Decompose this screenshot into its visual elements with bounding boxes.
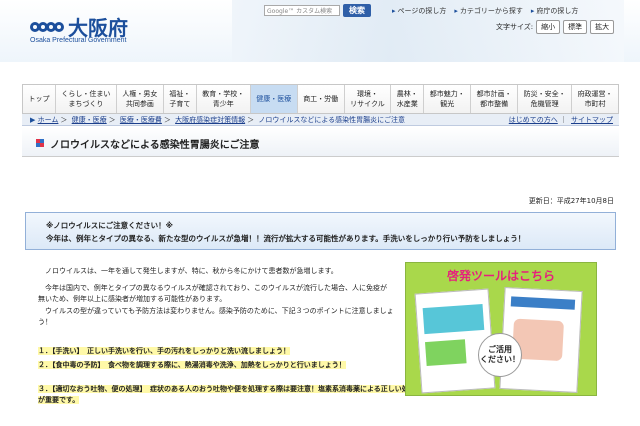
nav-agriculture[interactable]: 農林・ 水産業 [391,85,425,113]
nav-disaster[interactable]: 防災・安全・ 危機管理 [518,85,573,113]
breadcrumb: ▶ ホーム＞ 健康・医療＞ 医療・医療費＞ 大阪府感染症対策情報＞ ノロウイルス… [22,114,619,126]
notice-box: ※ノロウイルスにご注意ください！※ 今年は、例年とタイプの異なる、新たな型のウイ… [25,212,616,250]
banner-bubble: ご活用 ください！ [478,333,522,377]
link-find-office[interactable]: 府庁の探し方 [531,6,578,16]
header-links: ページの探し方 カテゴリーから探す 府庁の探し方 [392,6,579,16]
nav-living[interactable]: くらし・住まい まちづくり [56,85,117,113]
breadcrumb-arrow-icon: ▶ [30,116,36,124]
breadcrumb-medical[interactable]: 医療・医療費 [120,116,162,124]
point-1-text: １．【手洗い】 正しい手洗いを行い、手の汚れをしっかりと洗い流しましょう！ [38,347,290,355]
article-body: ノロウイルスは、一年を通して発生しますが、特に、秋から冬にかけて患者数が急増しま… [38,266,394,329]
breadcrumb-current: ノロウイルスなどによる感染性胃腸炎にご注意 [258,116,406,124]
nav-government[interactable]: 府政運営・ 市町村 [572,85,618,113]
link-first-visit[interactable]: はじめての方へ [509,116,558,124]
global-nav: トップ くらし・住まい まちづくり 人権・男女 共同参画 福祉・ 子育て 教育・… [22,84,619,114]
page-title: ノロウイルスなどによる感染性胃腸炎にご注意 [50,140,260,151]
point-2-text: ２．【食中毒の予防】 食べ物を調理する際に、熱湯消毒や洗浄、加熱をしっかりと行い… [38,361,346,369]
paragraph-2: 今年は国内で、例年とタイプの異なるウイルスが確認されており、このウイルスが流行し… [38,283,388,304]
link-categories[interactable]: カテゴリーから探す [454,6,523,16]
banner-title: 啓発ツールはこちら [446,269,555,283]
updated-date: 更新日：平成27年10月8日 [528,197,614,205]
link-sitemap[interactable]: サイトマップ [571,116,613,124]
point-1: １．【手洗い】 正しい手洗いを行い、手の汚れをしっかりと洗い流しましょう！ [38,346,416,357]
title-square-icon [36,139,44,147]
nav-human-rights[interactable]: 人権・男女 共同参画 [117,85,164,113]
awareness-tools-banner[interactable]: 啓発ツールはこちら ご活用 ください！ [405,262,597,396]
notice-text: 今年は、例年とタイプの異なる、新たな型のウイルスが急増！！流行が拡大する可能性が… [46,234,526,243]
nav-health[interactable]: 健康・医療 [250,85,298,113]
nav-environment[interactable]: 環境・ リサイクル [345,85,392,113]
osaka-emblem-icon [30,16,64,38]
nav-education[interactable]: 教育・学校・ 青少年 [197,85,251,113]
point-2: ２．【食中毒の予防】 食べ物を調理する際に、熱湯消毒や洗浄、加熱をしっかりと行い… [38,360,416,371]
nav-tourism[interactable]: 都市魅力・ 観光 [424,85,472,113]
point-3-text: ３．【適切なおう吐物、便の処理】 症状のある人のおう吐物や便を処理する際は要注意… [38,385,416,404]
page-title-bar: ノロウイルスなどによる感染性胃腸炎にご注意 [22,127,619,157]
search-button[interactable]: 検索 [343,4,371,17]
font-size-label: 文字サイズ: [496,23,534,31]
link-find-pages[interactable]: ページの探し方 [392,6,447,16]
nav-top[interactable]: トップ [23,85,56,113]
paragraph-3: ウイルスの型が違っていても予防方法は変わりません。感染予防のために、下記３つのポ… [38,306,394,327]
nav-urban-planning[interactable]: 都市計画・ 都市整備 [471,85,519,113]
breadcrumb-health[interactable]: 健康・医療 [72,116,107,124]
font-small-button[interactable]: 縮小 [536,20,561,34]
search-input[interactable]: Google™ カスタム検索 [264,5,340,16]
breadcrumb-infection[interactable]: 大阪府感染症対策情報 [175,116,245,124]
nav-commerce[interactable]: 商工・労働 [298,85,345,113]
font-standard-button[interactable]: 標準 [563,20,588,34]
breadcrumb-home[interactable]: ホーム [38,116,59,124]
paragraph-1: ノロウイルスは、一年を通して発生しますが、特に、秋から冬にかけて患者数が急増しま… [45,267,338,275]
notice-heading: ※ノロウイルスにご注意ください！※ [46,221,173,230]
font-size-controls: 文字サイズ: 縮小 標準 拡大 [496,20,615,34]
nav-welfare[interactable]: 福祉・ 子育て [164,85,197,113]
site-header: 大阪府 Osaka Prefectural Government Google™… [0,0,640,62]
font-large-button[interactable]: 拡大 [590,20,615,34]
point-3: ３．【適切なおう吐物、便の処理】 症状のある人のおう吐物や便を処理する際は要注意… [38,384,416,406]
logo-english-text: Osaka Prefectural Government [30,37,127,44]
